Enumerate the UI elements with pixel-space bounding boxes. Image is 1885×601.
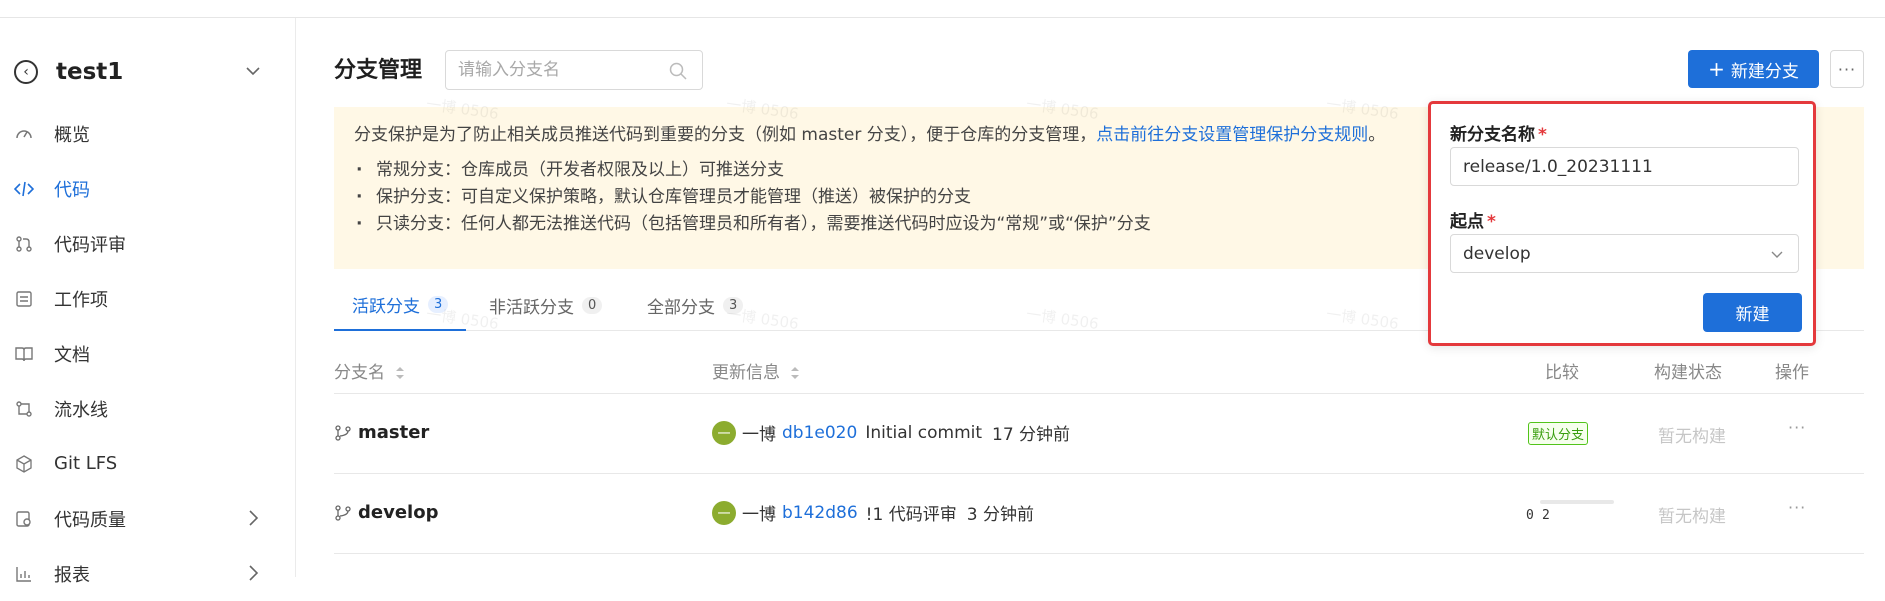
cube-icon xyxy=(14,454,34,474)
column-header-branch[interactable]: 分支名 xyxy=(334,358,405,383)
branch-compare: 0 2 xyxy=(1514,500,1634,530)
new-branch-button[interactable]: + 新建分支 xyxy=(1688,50,1819,88)
chevron-down-icon[interactable] xyxy=(1768,245,1786,263)
sidebar-item-code[interactable]: 代码 xyxy=(14,161,274,216)
code-icon xyxy=(14,179,34,199)
commit-time: 17 分钟前 xyxy=(992,425,1071,445)
sidebar-item-label: 工作项 xyxy=(54,289,108,311)
plus-icon: + xyxy=(1708,57,1725,81)
behind-count: 0 xyxy=(1526,508,1534,523)
tab-count: 3 xyxy=(723,297,744,314)
sidebar-item-reports[interactable]: 报表 xyxy=(14,546,274,601)
sidebar-item-label: 文档 xyxy=(54,344,90,366)
author-name: 一博 xyxy=(742,505,776,525)
table-row: develop 一 一博 b142d86 !1 代码评审 3 分钟前 0 2 暂… xyxy=(334,474,1864,554)
column-header-update[interactable]: 更新信息 xyxy=(712,358,800,383)
table-row: master 一 一博 db1e020 Initial commit 17 分钟… xyxy=(334,394,1864,474)
tab-active-branches[interactable]: 活跃分支 3 xyxy=(334,280,467,331)
sidebar-item-code-quality[interactable]: 代码质量 xyxy=(14,491,274,546)
chart-icon xyxy=(14,564,34,584)
sidebar-item-label: 代码 xyxy=(54,179,90,201)
branch-name[interactable]: develop xyxy=(334,502,438,523)
search-input[interactable] xyxy=(458,60,658,80)
column-header-actions: 操作 xyxy=(1775,363,1809,383)
origin-label: 起点 * xyxy=(1450,212,1496,232)
avatar: 一 xyxy=(712,500,736,525)
ahead-count: 2 xyxy=(1542,508,1550,523)
sidebar-nav: 概览 代码 代码评审 工作项 文档 流水线 Git LFS 代码质量 报表 xyxy=(14,106,274,601)
back-arrow-icon[interactable]: ‹ xyxy=(14,60,38,84)
sidebar-item-label: 概览 xyxy=(54,124,90,146)
commit-hash-link[interactable]: b142d86 xyxy=(782,503,858,523)
sidebar-item-label: 代码评审 xyxy=(54,234,126,256)
sidebar-item-pipeline[interactable]: 流水线 xyxy=(14,381,274,436)
new-branch-popup: 新分支名称* 起点* develop 新建 xyxy=(1428,101,1816,346)
origin-select[interactable]: develop xyxy=(1450,234,1799,273)
sidebar-item-label: Git LFS xyxy=(54,453,118,474)
tab-count: 0 xyxy=(582,297,603,314)
project-switcher[interactable]: ‹ test1 xyxy=(14,52,264,92)
create-branch-submit-button[interactable]: 新建 xyxy=(1703,293,1802,332)
branch-icon xyxy=(335,504,351,521)
branch-name[interactable]: master xyxy=(334,422,429,443)
branch-name-field[interactable] xyxy=(1450,147,1799,186)
page-title: 分支管理 xyxy=(334,58,423,83)
sidebar-item-label: 流水线 xyxy=(54,399,108,421)
table-header: 分支名 更新信息 比较 构建状态 操作 xyxy=(334,350,1864,394)
merge-request-icon xyxy=(14,234,34,254)
row-actions-button[interactable]: ··· xyxy=(1788,418,1806,437)
sort-icon[interactable] xyxy=(790,366,800,380)
new-branch-label: 新建分支 xyxy=(1730,61,1799,82)
quality-icon xyxy=(14,509,34,529)
sidebar-item-label: 报表 xyxy=(54,564,90,586)
book-icon xyxy=(14,344,34,364)
commit-message: !1 代码评审 xyxy=(865,505,957,525)
default-branch-badge: 默认分支 xyxy=(1528,422,1589,445)
tab-count: 3 xyxy=(428,296,449,313)
task-list-icon xyxy=(14,289,34,309)
required-mark: * xyxy=(1538,125,1547,145)
update-info: 一 一博 b142d86 !1 代码评审 3 分钟前 xyxy=(712,500,1034,525)
tab-all-branches[interactable]: 全部分支 3 xyxy=(647,280,744,331)
search-icon[interactable] xyxy=(668,61,688,81)
dashboard-icon xyxy=(14,124,34,144)
column-header-compare: 比较 xyxy=(1545,363,1579,383)
sidebar-item-work-items[interactable]: 工作项 xyxy=(14,271,274,326)
more-options-button[interactable]: ··· xyxy=(1830,50,1864,88)
origin-value: develop xyxy=(1463,243,1531,264)
sort-icon[interactable] xyxy=(395,366,405,380)
required-mark: * xyxy=(1487,212,1496,232)
pipeline-icon xyxy=(14,399,34,419)
sidebar-item-git-lfs[interactable]: Git LFS xyxy=(14,436,274,491)
branch-name-label: 新分支名称 * xyxy=(1450,125,1547,145)
top-bar xyxy=(0,0,1885,18)
row-actions-button[interactable]: ··· xyxy=(1788,498,1806,517)
chevron-right-icon xyxy=(249,510,259,526)
branch-name-input[interactable] xyxy=(1463,156,1786,177)
update-info: 一 一博 db1e020 Initial commit 17 分钟前 xyxy=(712,420,1070,445)
sidebar-item-docs[interactable]: 文档 xyxy=(14,326,274,381)
sidebar-item-overview[interactable]: 概览 xyxy=(14,106,274,161)
branch-search[interactable] xyxy=(445,50,703,90)
sidebar-item-label: 代码质量 xyxy=(54,509,126,531)
build-status: 暂无构建 xyxy=(1658,507,1726,527)
sidebar: ‹ test1 概览 代码 代码评审 工作项 文档 流水线 Git LFS 代码… xyxy=(0,18,296,586)
project-name: test1 xyxy=(56,59,124,85)
commit-hash-link[interactable]: db1e020 xyxy=(782,423,857,443)
build-status: 暂无构建 xyxy=(1658,427,1726,447)
author-name: 一博 xyxy=(742,425,776,445)
compare-bar xyxy=(1540,500,1614,504)
avatar: 一 xyxy=(712,420,736,445)
chevron-right-icon xyxy=(249,565,259,581)
column-header-build: 构建状态 xyxy=(1654,363,1722,383)
tab-inactive-branches[interactable]: 非活跃分支 0 xyxy=(489,280,603,331)
sidebar-item-code-review[interactable]: 代码评审 xyxy=(14,216,274,271)
branch-icon xyxy=(335,424,351,441)
commit-message: Initial commit xyxy=(865,422,983,443)
protection-rules-link[interactable]: 点击前往分支设置管理保护分支规则 xyxy=(1096,125,1368,145)
chevron-down-icon[interactable] xyxy=(242,60,264,82)
commit-time: 3 分钟前 xyxy=(966,505,1034,525)
